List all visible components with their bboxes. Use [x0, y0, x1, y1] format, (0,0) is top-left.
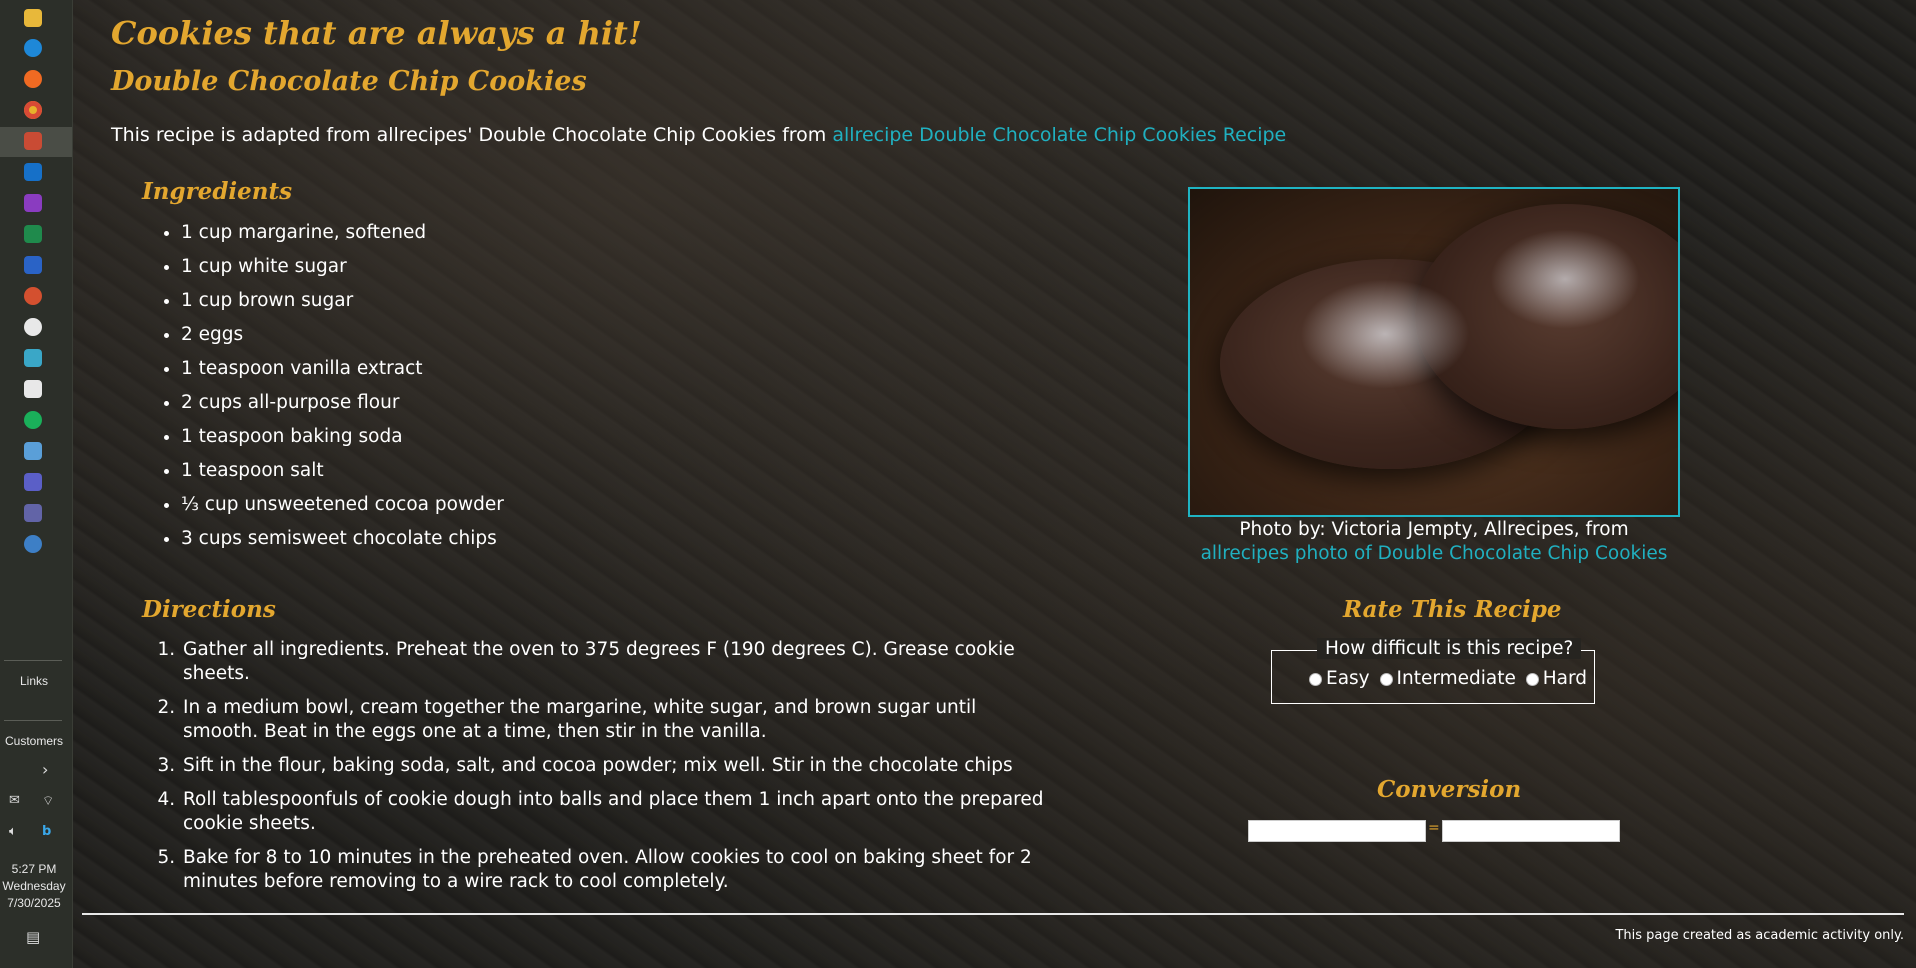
list-item: 1 cup brown sugar: [181, 286, 504, 320]
list-item: 1 teaspoon vanilla extract: [181, 354, 504, 388]
powdered-sugar: [1300, 279, 1470, 389]
taskbar: Links Customers › ✉ ⌔ 🔈︎ b 5:27 PM Wedne…: [0, 0, 73, 968]
photo-caption: Photo by: Victoria Jempty, Allrecipes, f…: [1188, 518, 1680, 566]
difficulty-options: Easy Intermediate Hard: [1305, 668, 1587, 689]
outlook-icon[interactable]: [24, 163, 42, 181]
directions-list: Gather all ingredients. Preheat the oven…: [181, 638, 1051, 904]
clock-date[interactable]: 7/30/2025: [0, 896, 68, 910]
list-item: 1 cup white sugar: [181, 252, 504, 286]
list-item: In a medium bowl, cream together the mar…: [181, 696, 1051, 744]
teams-icon[interactable]: [24, 473, 42, 491]
recipe-title: Double Chocolate Chip Cookies: [111, 66, 587, 97]
file-explorer-icon[interactable]: [24, 9, 42, 27]
easy-radio[interactable]: [1309, 672, 1322, 686]
powerpoint-icon[interactable]: [24, 287, 42, 305]
green-circle-icon[interactable]: [24, 411, 42, 429]
intermediate-label[interactable]: Intermediate: [1397, 668, 1516, 689]
intro-recipe-link[interactable]: allrecipe Double Chocolate Chip Cookies …: [832, 124, 1286, 146]
list-item: Gather all ingredients. Preheat the oven…: [181, 638, 1051, 686]
footer-note: This page created as academic activity o…: [1615, 928, 1904, 943]
taskbar-separator: [4, 660, 62, 661]
customers-label[interactable]: Customers: [0, 734, 68, 748]
settings-icon[interactable]: [24, 318, 42, 336]
photo-source-link[interactable]: allrecipes photo of Double Chocolate Chi…: [1201, 543, 1668, 564]
puzzle-icon[interactable]: [24, 380, 42, 398]
clock-time[interactable]: 5:27 PM: [0, 862, 68, 876]
excel-icon[interactable]: [24, 225, 42, 243]
onenote-icon[interactable]: [24, 194, 42, 212]
difficulty-legend: How difficult is this recipe?: [1317, 638, 1582, 659]
conversion-input-from[interactable]: [1248, 820, 1426, 842]
edge-icon[interactable]: [24, 39, 42, 57]
gear-app-icon[interactable]: [24, 535, 42, 553]
list-item: 2 cups all-purpose flour: [181, 388, 504, 422]
easy-label[interactable]: Easy: [1326, 668, 1370, 689]
solitaire-icon[interactable]: [24, 349, 42, 367]
intro-paragraph: This recipe is adapted from allrecipes' …: [111, 124, 1286, 146]
list-item: 1 teaspoon baking soda: [181, 422, 504, 456]
wifi-icon[interactable]: ⌔: [42, 793, 54, 809]
list-item: 3 cups semisweet chocolate chips: [181, 524, 504, 558]
footer-divider: [82, 913, 1904, 915]
word-icon[interactable]: [24, 256, 42, 274]
powdered-sugar: [1490, 229, 1640, 329]
hard-label[interactable]: Hard: [1543, 668, 1587, 689]
ingredients-list: 1 cup margarine, softened 1 cup white su…: [181, 218, 504, 558]
mail-icon[interactable]: ✉: [9, 793, 20, 808]
chrome-icon[interactable]: [24, 101, 42, 119]
teams-alt-icon[interactable]: [24, 504, 42, 522]
rate-heading: Rate This Recipe: [1343, 596, 1562, 623]
photo-credit: Photo by: Victoria Jempty, Allrecipes, f…: [1239, 519, 1629, 540]
snipping-icon[interactable]: [24, 442, 42, 460]
conversion-heading: Conversion: [1377, 776, 1522, 803]
list-item: ⅓ cup unsweetened cocoa powder: [181, 490, 504, 524]
page-title: Cookies that are always a hit!: [111, 14, 642, 52]
chevron-right-icon[interactable]: ›: [42, 760, 48, 779]
conversion-equals: =: [1428, 820, 1440, 836]
hard-radio[interactable]: [1525, 672, 1539, 686]
list-item: Bake for 8 to 10 minutes in the preheate…: [181, 846, 1051, 894]
directions-heading: Directions: [142, 596, 276, 623]
conversion-input-to[interactable]: [1442, 820, 1620, 842]
list-item: 2 eggs: [181, 320, 504, 354]
list-item: Sift in the flour, baking soda, salt, an…: [181, 754, 1051, 778]
intermediate-radio[interactable]: [1379, 672, 1393, 686]
list-item: 1 cup margarine, softened: [181, 218, 504, 252]
cookie-photo: [1188, 187, 1680, 517]
app-icon[interactable]: [24, 132, 42, 150]
clock-day[interactable]: Wednesday: [0, 879, 68, 893]
intro-text: This recipe is adapted from allrecipes' …: [111, 124, 833, 146]
notification-icon[interactable]: ▤: [26, 928, 40, 946]
links-label[interactable]: Links: [0, 674, 68, 688]
firefox-icon[interactable]: [24, 70, 42, 88]
ingredients-heading: Ingredients: [142, 178, 293, 205]
list-item: 1 teaspoon salt: [181, 456, 504, 490]
volume-icon[interactable]: 🔈︎: [9, 824, 17, 839]
bing-icon[interactable]: b: [42, 824, 51, 839]
list-item: Roll tablespoonfuls of cookie dough into…: [181, 788, 1051, 836]
recipe-page: Cookies that are always a hit! Double Ch…: [73, 0, 1916, 968]
taskbar-separator: [4, 720, 62, 721]
